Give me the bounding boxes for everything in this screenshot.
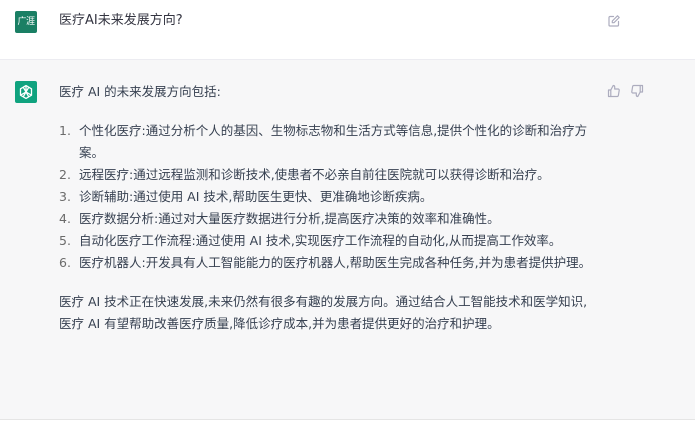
assistant-answer: 医疗 AI 的未来发展方向包括: 1. 个性化医疗:通过分析个人的基因、生物标志物…: [59, 81, 599, 335]
bottom-area: [0, 420, 695, 443]
answer-intro: 医疗 AI 的未来发展方向包括:: [59, 84, 221, 99]
list-item-number: 4.: [59, 211, 71, 226]
openai-logo-icon: [15, 81, 37, 103]
user-message-row: 广涯 医疗AI未来发展方向?: [0, 0, 695, 60]
assistant-message-row: 医疗 AI 的未来发展方向包括: 1. 个性化医疗:通过分析个人的基因、生物标志物…: [0, 60, 695, 420]
list-item: 5. 自动化医疗工作流程:通过使用 AI 技术,实现医疗工作流程的自动化,从而提高…: [59, 230, 599, 252]
list-item: 6. 医疗机器人:开发具有人工智能能力的医疗机器人,帮助医生完成各种任务,并为患者…: [59, 252, 599, 274]
list-item: 3. 诊断辅助:通过使用 AI 技术,帮助医生更快、更准确地诊断疾病。: [59, 186, 599, 208]
thumbs-up-icon[interactable]: [607, 83, 621, 98]
list-item-number: 5.: [59, 233, 71, 248]
list-item-text: 诊断辅助:通过使用 AI 技术,帮助医生更快、更准确地诊断疾病。: [79, 189, 433, 204]
answer-list: 1. 个性化医疗:通过分析个人的基因、生物标志物和生活方式等信息,提供个性化的诊断…: [59, 120, 599, 274]
list-item-text: 自动化医疗工作流程:通过使用 AI 技术,实现医疗工作流程的自动化,从而提高工作…: [79, 233, 562, 248]
thumbs-down-icon[interactable]: [630, 83, 644, 98]
edit-icon[interactable]: [607, 13, 621, 27]
user-question: 医疗AI未来发展方向?: [59, 13, 183, 28]
list-item: 4. 医疗数据分析:通过对大量医疗数据进行分析,提高医疗决策的效率和准确性。: [59, 208, 599, 230]
list-item-text: 医疗数据分析:通过对大量医疗数据进行分析,提高医疗决策的效率和准确性。: [79, 211, 500, 226]
list-item-number: 1.: [59, 123, 71, 138]
list-item-number: 3.: [59, 189, 71, 204]
list-item: 1. 个性化医疗:通过分析个人的基因、生物标志物和生活方式等信息,提供个性化的诊断…: [59, 120, 599, 164]
list-item-text: 个性化医疗:通过分析个人的基因、生物标志物和生活方式等信息,提供个性化的诊断和治…: [79, 123, 588, 160]
list-item: 2. 远程医疗:通过远程监测和诊断技术,使患者不必亲自前往医院就可以获得诊断和治疗…: [59, 164, 599, 186]
list-item-number: 6.: [59, 255, 71, 270]
user-avatar: 广涯: [15, 11, 37, 33]
answer-summary: 医疗 AI 技术正在快速发展,未来仍然有很多有趣的发展方向。通过结合人工智能技术…: [59, 294, 588, 331]
list-item-number: 2.: [59, 167, 71, 182]
list-item-text: 医疗机器人:开发具有人工智能能力的医疗机器人,帮助医生完成各种任务,并为患者提供…: [79, 255, 592, 270]
list-item-text: 远程医疗:通过远程监测和诊断技术,使患者不必亲自前往医院就可以获得诊断和治疗。: [79, 167, 550, 182]
